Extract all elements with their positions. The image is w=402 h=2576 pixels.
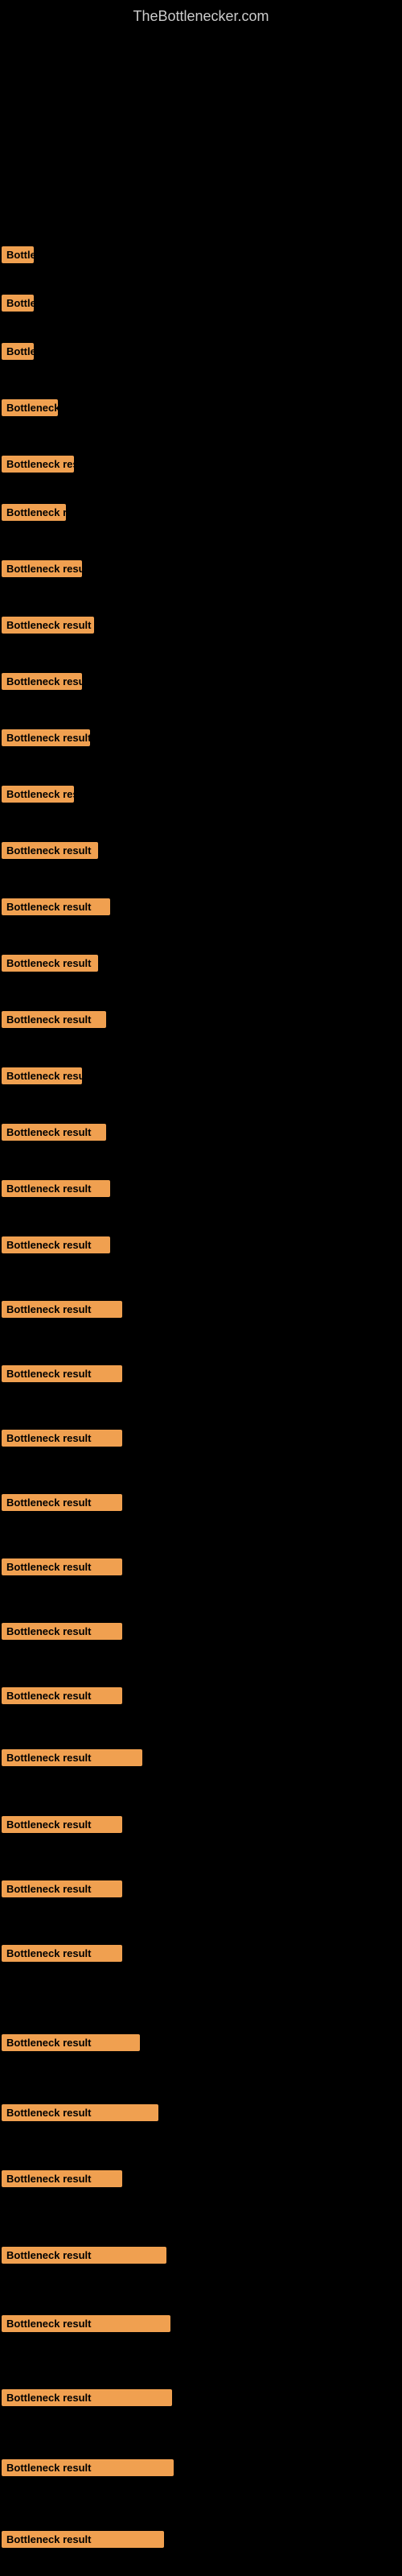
bottleneck-result-row: Bottleneck result (2, 673, 82, 694)
bottleneck-result-row: Bottleneck result (2, 1880, 122, 1901)
bottleneck-result-row: Bottleneck result (2, 2389, 172, 2410)
bottleneck-result-label: Bottleneck result (2, 898, 110, 915)
bottleneck-result-row: Bottleneck result (2, 955, 98, 976)
bottleneck-result-row: Bottleneck result (2, 1365, 122, 1386)
bottleneck-result-label: Bottleneck result (2, 2034, 140, 2051)
bottleneck-result-label: Bottleneck result (2, 560, 82, 577)
bottleneck-result-row: Bottleneck result (2, 2247, 166, 2268)
bottleneck-result-row: Bottleneck result (2, 729, 90, 750)
bottleneck-result-label: Bottleneck result (2, 1236, 110, 1253)
bottleneck-result-label: Bottleneck result (2, 786, 74, 803)
bottleneck-result-row: Bottleneck result (2, 399, 58, 420)
bottleneck-result-label: Bottleneck result (2, 2104, 158, 2121)
site-title: TheBottlenecker.com (0, 0, 402, 29)
bottleneck-result-label: Bottleneck result (2, 504, 66, 521)
bottleneck-result-label: Bottleneck result (2, 2315, 170, 2332)
bottleneck-result-label: Bottleneck result (2, 1558, 122, 1575)
bottleneck-result-label: Bottleneck result (2, 1011, 106, 1028)
bottleneck-result-row: Bottleneck result (2, 504, 66, 525)
bottleneck-result-row: Bottleneck result (2, 1749, 142, 1770)
bottleneck-result-label: Bottleneck result (2, 2170, 122, 2187)
bottleneck-result-row: Bottleneck result (2, 295, 34, 316)
bottleneck-result-row: Bottleneck result (2, 1180, 110, 1201)
bottleneck-result-row: Bottleneck result (2, 1430, 122, 1451)
bottleneck-result-label: Bottleneck result (2, 1880, 122, 1897)
bottleneck-result-label: Bottleneck result (2, 1124, 106, 1141)
bottleneck-result-row: Bottleneck result (2, 1494, 122, 1515)
bottleneck-result-label: Bottleneck result (2, 1180, 110, 1197)
bottleneck-result-row: Bottleneck result (2, 1067, 82, 1088)
bottleneck-result-row: Bottleneck result (2, 343, 34, 364)
bottleneck-result-label: Bottleneck result (2, 1365, 122, 1382)
bottleneck-result-label: Bottleneck result (2, 1067, 82, 1084)
bottleneck-result-label: Bottleneck result (2, 1749, 142, 1766)
bottleneck-result-label: Bottleneck result (2, 2389, 172, 2406)
bottleneck-result-row: Bottleneck result (2, 617, 94, 638)
bottleneck-result-row: Bottleneck result (2, 842, 98, 863)
bottleneck-result-row: Bottleneck result (2, 2034, 140, 2055)
bottleneck-result-label: Bottleneck result (2, 729, 90, 746)
bottleneck-result-label: Bottleneck result (2, 955, 98, 972)
bottleneck-result-row: Bottleneck result (2, 560, 82, 581)
bottleneck-result-label: Bottleneck result (2, 1430, 122, 1447)
bottleneck-result-label: Bottleneck result (2, 343, 34, 360)
bottleneck-result-row: Bottleneck result (2, 1687, 122, 1708)
bottleneck-result-row: Bottleneck result (2, 246, 34, 267)
bottleneck-result-row: Bottleneck result (2, 786, 74, 807)
bottleneck-result-row: Bottleneck result (2, 1816, 122, 1837)
bottleneck-result-label: Bottleneck result (2, 617, 94, 634)
bottleneck-result-label: Bottleneck result (2, 456, 74, 473)
bottleneck-result-row: Bottleneck result (2, 1623, 122, 1644)
bottleneck-result-label: Bottleneck result (2, 1687, 122, 1704)
bottleneck-result-row: Bottleneck result (2, 1558, 122, 1579)
bottleneck-result-label: Bottleneck result (2, 1494, 122, 1511)
bottleneck-result-label: Bottleneck result (2, 673, 82, 690)
bottleneck-result-row: Bottleneck result (2, 2170, 122, 2191)
bottleneck-result-row: Bottleneck result (2, 2459, 174, 2480)
bottleneck-result-row: Bottleneck result (2, 456, 74, 477)
bottleneck-result-label: Bottleneck result (2, 295, 34, 312)
bottleneck-result-row: Bottleneck result (2, 1301, 122, 1322)
bottleneck-result-label: Bottleneck result (2, 246, 34, 263)
bottleneck-result-label: Bottleneck result (2, 2459, 174, 2476)
bottleneck-result-row: Bottleneck result (2, 898, 110, 919)
bottleneck-result-row: Bottleneck result (2, 1011, 106, 1032)
bottleneck-result-row: Bottleneck result (2, 1945, 122, 1966)
bottleneck-result-label: Bottleneck result (2, 842, 98, 859)
bottleneck-result-label: Bottleneck result (2, 2531, 164, 2548)
bottleneck-result-label: Bottleneck result (2, 1945, 122, 1962)
bottleneck-result-row: Bottleneck result (2, 2104, 158, 2125)
bottleneck-result-label: Bottleneck result (2, 2247, 166, 2264)
bottleneck-result-label: Bottleneck result (2, 1623, 122, 1640)
bottleneck-result-label: Bottleneck result (2, 1301, 122, 1318)
bottleneck-result-label: Bottleneck result (2, 1816, 122, 1833)
bottleneck-result-row: Bottleneck result (2, 1236, 110, 1257)
bottleneck-result-row: Bottleneck result (2, 2315, 170, 2336)
bottleneck-result-row: Bottleneck result (2, 2531, 164, 2552)
bottleneck-result-label: Bottleneck result (2, 399, 58, 416)
bottleneck-result-row: Bottleneck result (2, 1124, 106, 1145)
